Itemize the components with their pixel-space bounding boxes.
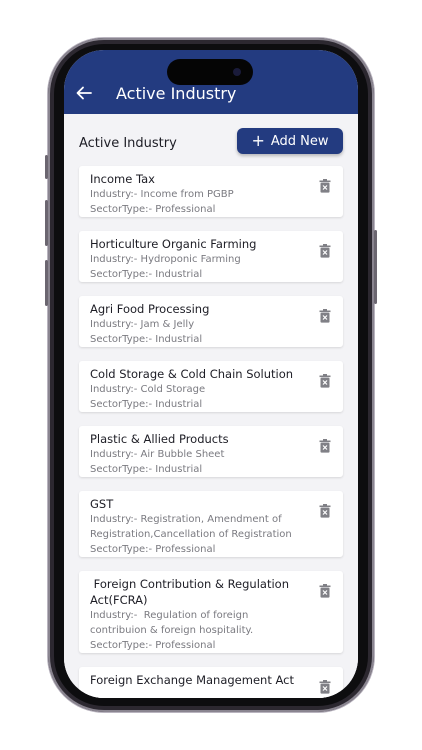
industry-name: Foreign Contribution & Regulation Act(FC… [90, 577, 293, 607]
sector-type: SectorType:- Professional [90, 544, 216, 555]
arrow-left-icon[interactable] [76, 86, 92, 100]
content-area: Active Industry + Add New Income Tax Ind… [64, 114, 358, 698]
industry-name: Income Tax [90, 172, 155, 186]
industry-detail: Industry:- Jam & Jelly [90, 319, 195, 330]
industry-name: Cold Storage & Cold Chain Solution [90, 367, 294, 381]
trash-icon[interactable] [319, 309, 331, 323]
phone-screen: Active Industry Active Industry + Add Ne… [64, 50, 358, 698]
trash-icon[interactable] [319, 244, 331, 258]
sector-type: SectorType:- Industrial [90, 269, 203, 280]
industry-detail: Industry:- Hydroponic Farming [90, 254, 241, 265]
sector-type: SectorType:- Professional [90, 640, 216, 651]
industry-card[interactable]: Income Tax Industry:- Income from PGBP S… [79, 166, 343, 217]
industry-card[interactable]: GST Industry:- Registration, Amendment o… [79, 491, 343, 557]
add-new-label: Add New [270, 133, 329, 149]
trash-icon[interactable] [319, 439, 331, 453]
industry-card[interactable]: Horticulture Organic Farming Industry:- … [79, 231, 343, 282]
industry-name: Horticulture Organic Farming [90, 237, 257, 251]
industry-name: Agri Food Processing [90, 302, 210, 316]
dynamic-island [167, 59, 253, 85]
industry-card[interactable]: Plastic & Allied Products Industry:- Air… [79, 426, 343, 477]
plus-icon: + [251, 131, 265, 150]
industry-detail: Industry:- Registration, Amendment of Re… [90, 514, 292, 540]
industry-name: Plastic & Allied Products [90, 432, 229, 446]
camera-icon [233, 68, 241, 76]
industry-detail: Industry:- Cold Storage [90, 384, 206, 395]
sector-type: SectorType:- Industrial [90, 399, 203, 410]
volume-up-button [45, 200, 48, 246]
add-new-button[interactable]: + Add New [237, 128, 343, 154]
industry-detail: Industry:- Income from PGBP [90, 189, 234, 200]
industry-card[interactable]: Agri Food Processing Industry:- Jam & Je… [79, 296, 343, 347]
section-title: Active Industry [79, 136, 177, 151]
sector-type: SectorType:- Industrial [90, 464, 203, 475]
industry-card[interactable]: Foreign Contribution & Regulation Act(FC… [79, 571, 343, 653]
volume-down-button [45, 260, 48, 306]
industry-detail: Industry:- Regulation of foreign contrib… [90, 610, 254, 636]
trash-icon[interactable] [319, 179, 331, 193]
sector-type: SectorType:- Industrial [90, 334, 203, 345]
trash-icon[interactable] [319, 680, 331, 694]
industry-detail: Industry:- Air Bubble Sheet [90, 449, 225, 460]
silent-switch [45, 155, 48, 179]
trash-icon[interactable] [319, 504, 331, 518]
industry-name: GST [90, 497, 114, 511]
industry-card[interactable]: Foreign Exchange Management Act [79, 667, 343, 698]
trash-icon[interactable] [319, 584, 331, 598]
page-title: Active Industry [116, 84, 237, 103]
trash-icon[interactable] [319, 374, 331, 388]
power-button [374, 230, 377, 304]
sector-type: SectorType:- Professional [90, 204, 216, 215]
industry-card[interactable]: Cold Storage & Cold Chain Solution Indus… [79, 361, 343, 412]
industry-name: Foreign Exchange Management Act [90, 673, 294, 687]
